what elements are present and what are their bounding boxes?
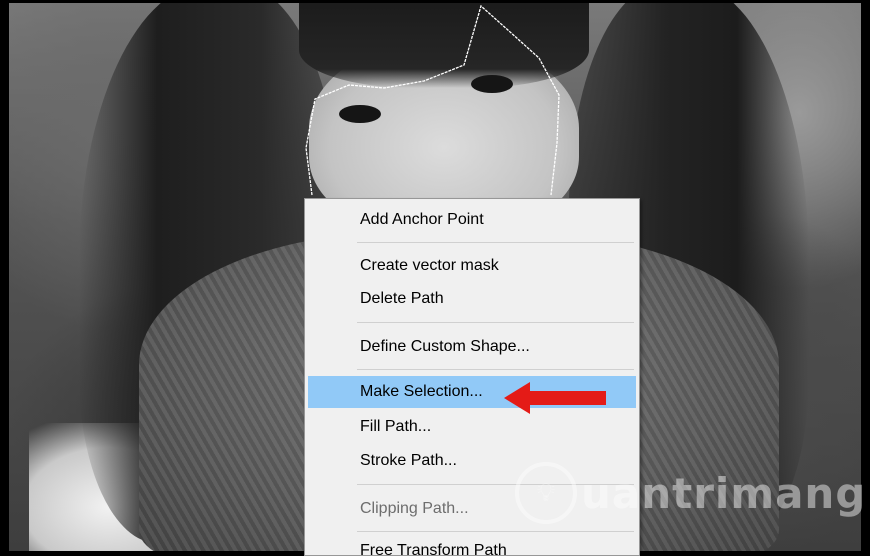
menu-item-delete-path[interactable]: Delete Path (308, 283, 636, 315)
watermark-text: uantrimang (581, 468, 867, 518)
menu-item-free-transform-path[interactable]: Free Transform Path (308, 535, 636, 555)
menu-item-define-custom-shape[interactable]: Define Custom Shape... (308, 331, 636, 363)
menu-item-add-anchor-point[interactable]: Add Anchor Point (308, 204, 636, 236)
menu-separator (357, 369, 634, 370)
menu-separator (357, 242, 634, 243)
menu-item-create-vector-mask[interactable]: Create vector mask (308, 250, 636, 282)
menu-separator (357, 531, 634, 532)
red-arrow-annotation (504, 382, 606, 414)
menu-separator (357, 322, 634, 323)
watermark: 💡︎ uantrimang (515, 458, 866, 528)
lightbulb-icon: 💡︎ (515, 462, 577, 524)
